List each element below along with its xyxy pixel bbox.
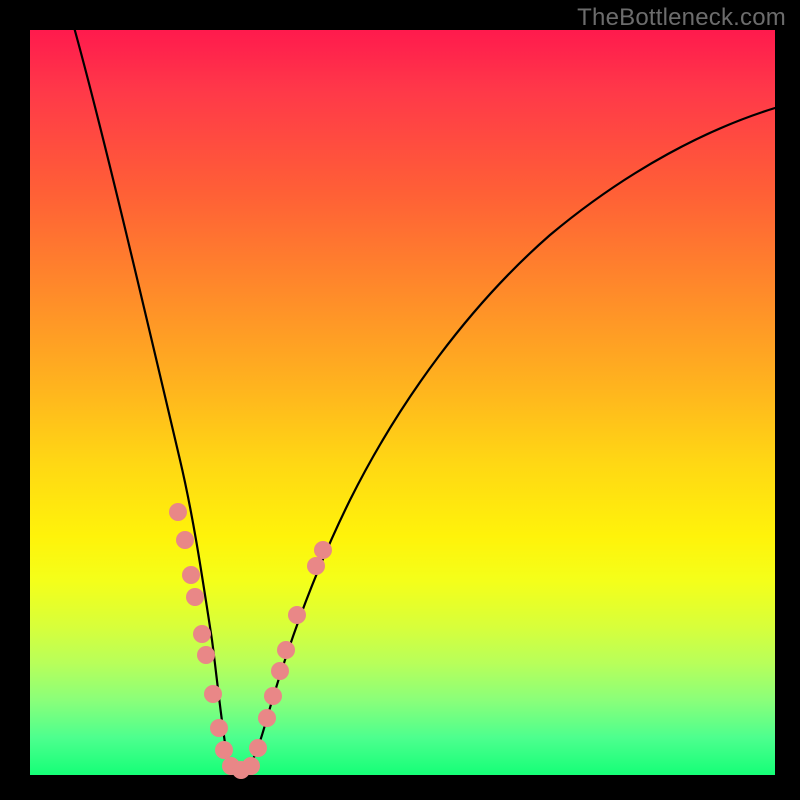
curve-marker — [264, 687, 282, 705]
plot-area — [30, 30, 775, 775]
curve-marker — [215, 741, 233, 759]
curve-marker — [314, 541, 332, 559]
curve-marker — [197, 646, 215, 664]
curve-marker — [182, 566, 200, 584]
curve-marker — [169, 503, 187, 521]
curve-marker — [242, 757, 260, 775]
curve-marker — [271, 662, 289, 680]
curve-marker — [210, 719, 228, 737]
curve-marker — [204, 685, 222, 703]
curve-marker — [288, 606, 306, 624]
bottleneck-curve-right — [240, 108, 775, 772]
curve-svg — [30, 30, 775, 775]
curve-marker — [249, 739, 267, 757]
curve-marker — [307, 557, 325, 575]
curve-marker — [186, 588, 204, 606]
curve-marker — [176, 531, 194, 549]
curve-marker — [193, 625, 211, 643]
watermark-text: TheBottleneck.com — [577, 4, 786, 32]
curve-marker — [258, 709, 276, 727]
curve-marker — [277, 641, 295, 659]
bottleneck-curve-left — [72, 20, 240, 772]
marker-group — [169, 503, 332, 779]
chart-frame: TheBottleneck.com — [0, 0, 800, 800]
